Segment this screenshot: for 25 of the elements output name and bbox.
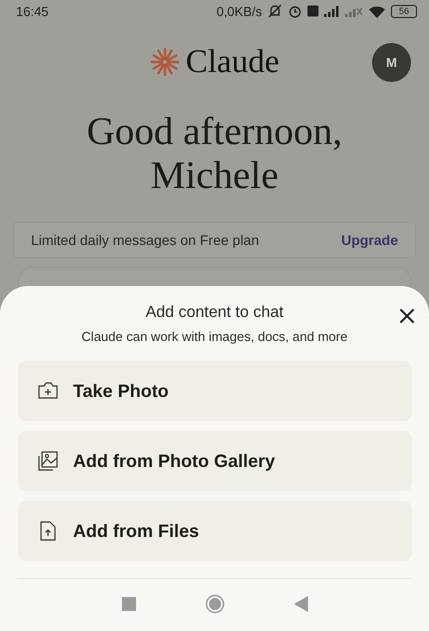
banner-text: Limited daily messages on Free plan (31, 232, 260, 248)
close-icon (399, 308, 415, 324)
alarm-icon (288, 4, 302, 18)
wifi-icon (368, 4, 386, 18)
starburst-logo-icon (150, 47, 180, 77)
status-time: 16:45 (16, 4, 49, 18)
home-icon (204, 594, 224, 614)
close-button[interactable] (399, 308, 415, 324)
sheet-title: Add content to chat (146, 304, 284, 322)
back-icon (294, 596, 308, 612)
battery-level: 56 (398, 6, 409, 16)
upgrade-link[interactable]: Upgrade (341, 232, 398, 248)
muted-bell-icon (267, 4, 283, 18)
logo-text: Claude (186, 44, 280, 80)
gallery-icon (37, 450, 59, 472)
recents-icon (122, 597, 136, 611)
option-button[interactable]: Take Photo (18, 361, 412, 421)
avatar-button[interactable]: M (372, 43, 411, 82)
option-button[interactable]: Add from Photo Gallery (18, 431, 412, 491)
option-button[interactable]: Add from Files (18, 501, 412, 561)
greeting-heading: Good afternoon, Michele (86, 110, 344, 198)
network-speed: 0,0KB/s (216, 4, 262, 18)
signal-icon (345, 5, 363, 17)
sheet-subtitle: Claude can work with images, docs, and more (82, 329, 348, 344)
signal-icon (324, 5, 340, 17)
